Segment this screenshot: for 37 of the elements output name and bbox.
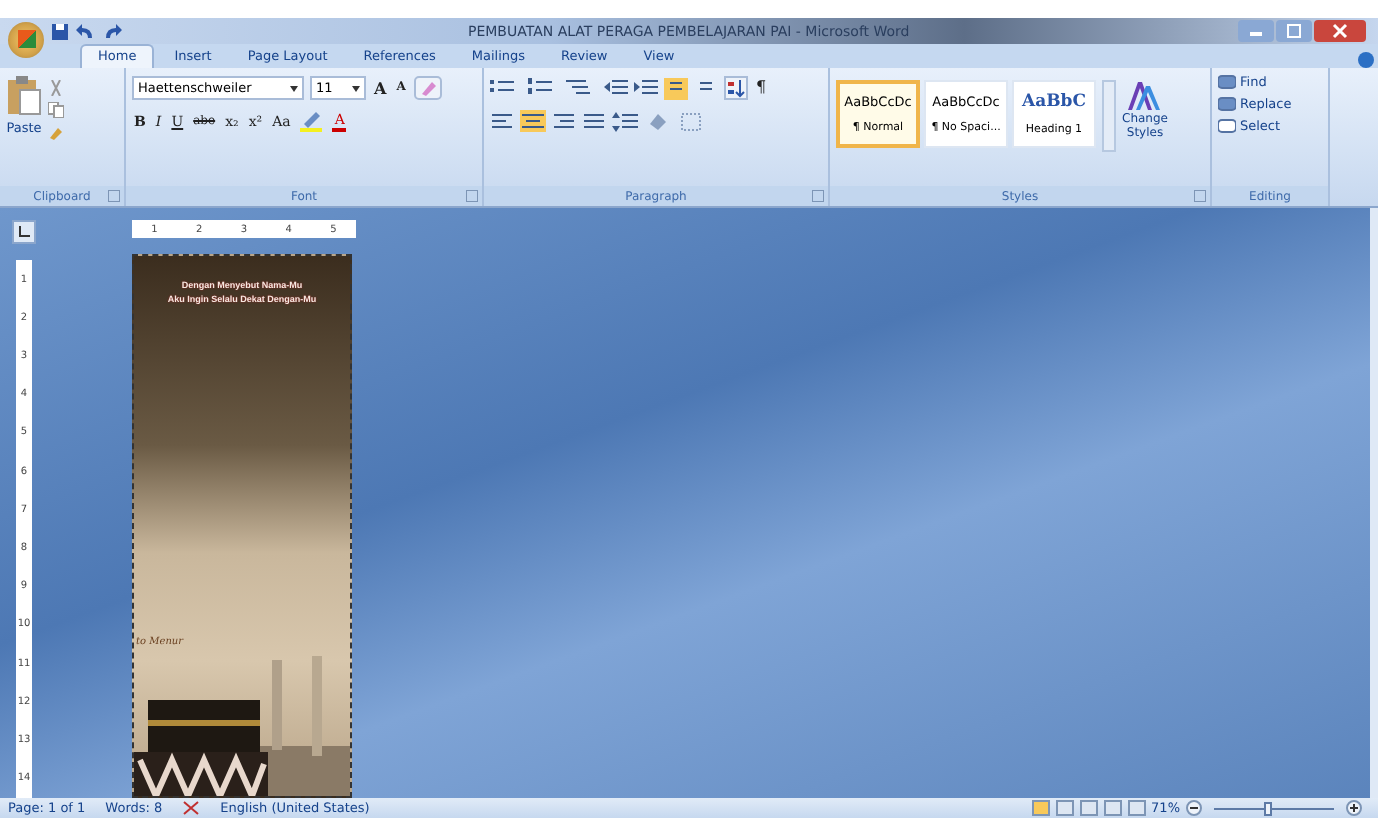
- align-right-icon[interactable]: [552, 111, 576, 131]
- gallery-scrollbar[interactable]: [1102, 80, 1116, 152]
- minimize-icon[interactable]: [1238, 20, 1274, 42]
- close-icon[interactable]: [1314, 20, 1366, 42]
- zoom-in-icon[interactable]: [1346, 800, 1362, 816]
- align-center-icon[interactable]: [520, 110, 546, 132]
- zoom-out-icon[interactable]: [1186, 800, 1202, 816]
- left-to-right-icon[interactable]: [664, 77, 688, 99]
- cut-icon[interactable]: [48, 80, 64, 96]
- proofing-icon[interactable]: [182, 800, 201, 816]
- tab-stop-icon: [18, 226, 30, 238]
- tab-selector[interactable]: [12, 220, 36, 244]
- show-marks-button[interactable]: ¶: [754, 78, 769, 98]
- copy-icon[interactable]: [48, 102, 64, 118]
- undo-icon[interactable]: [76, 21, 96, 41]
- dialog-launcher-icon[interactable]: [1194, 190, 1206, 202]
- dialog-launcher-icon[interactable]: [108, 190, 120, 202]
- borders-icon[interactable]: [680, 111, 704, 131]
- vertical-scrollbar[interactable]: [1370, 208, 1378, 798]
- decrease-indent-icon[interactable]: [604, 78, 628, 98]
- grow-font-button[interactable]: A: [372, 78, 389, 98]
- dialog-launcher-icon[interactable]: [466, 190, 478, 202]
- zoom-slider-thumb[interactable]: [1264, 801, 1272, 815]
- highlight-icon[interactable]: [298, 110, 327, 132]
- sort-icon[interactable]: [724, 76, 748, 100]
- save-icon[interactable]: [50, 21, 70, 41]
- letters-icon: [1126, 80, 1163, 112]
- increase-indent-icon[interactable]: [634, 78, 658, 98]
- maximize-icon[interactable]: [1276, 20, 1312, 42]
- office-logo-icon[interactable]: [8, 21, 44, 57]
- redo-icon[interactable]: [102, 21, 122, 41]
- clear-format-icon[interactable]: [413, 76, 442, 100]
- align-left-icon[interactable]: [490, 111, 514, 131]
- dialog-launcher-icon[interactable]: [812, 190, 824, 202]
- justify-icon[interactable]: [582, 111, 606, 131]
- line-spacing-icon[interactable]: [612, 111, 640, 131]
- clipboard-icon: [6, 76, 42, 116]
